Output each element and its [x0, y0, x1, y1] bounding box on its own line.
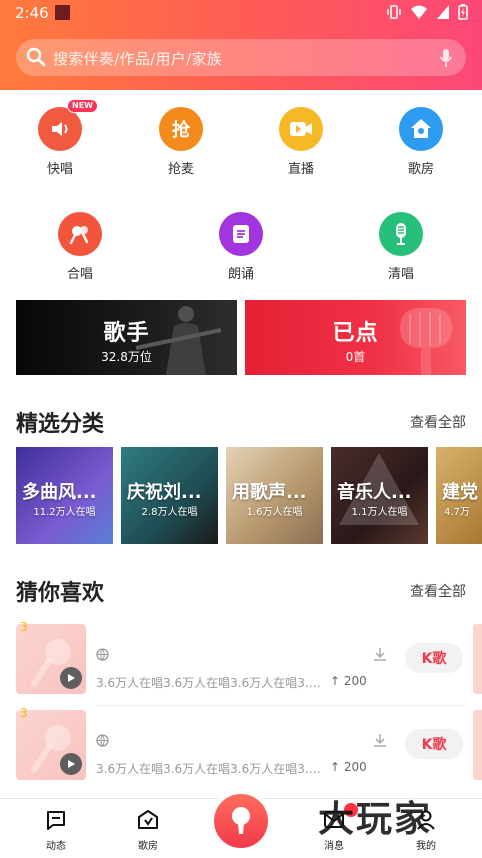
peek-card: [473, 624, 482, 694]
search-input[interactable]: 搜索伴奏/作品/用户/家族: [53, 48, 222, 69]
microphone-icon: [232, 807, 250, 834]
live-icon: [279, 107, 323, 151]
category-count: 11.2万人在唱: [33, 507, 96, 518]
nav-item-feed[interactable]: 动态: [26, 809, 86, 852]
mic-icon[interactable]: [439, 48, 453, 68]
status-bar: 2:46: [0, 0, 482, 28]
k-song-button[interactable]: K歌: [405, 643, 463, 673]
download-icon[interactable]: [373, 647, 387, 661]
feature-chorus[interactable]: 合唱: [35, 212, 125, 282]
feature-grab-mic[interactable]: 抢 抢麦: [136, 107, 226, 177]
play-button[interactable]: [60, 667, 82, 689]
record-button[interactable]: [214, 794, 268, 848]
song-description: 3.6万人在唱3.6万人在唱3.6万人在唱3.6万人在唱: [96, 676, 324, 690]
vibrate-icon: [387, 5, 401, 19]
feed-icon: [47, 811, 65, 830]
battery-icon: [458, 4, 468, 20]
category-title: 音乐人...: [337, 482, 412, 503]
category-title: 庆祝刘...: [127, 482, 202, 503]
song-row[interactable]: 3 3.6万人在唱3.6万人在唱3.6万人在唱3.6万人在唱 ↑ 200 K歌: [0, 620, 482, 706]
category-title: 多曲风...: [22, 482, 97, 503]
peek-card: [473, 710, 482, 780]
search-bar[interactable]: 搜索伴奏/作品/用户/家族: [16, 39, 466, 76]
featured-section-title: 精选分类: [16, 412, 105, 437]
play-button[interactable]: [60, 753, 82, 775]
feature-recite[interactable]: 朗诵: [196, 212, 286, 282]
grab-mic-icon: 抢: [159, 107, 203, 151]
song-count: ↑ 200: [330, 674, 367, 688]
nav-label: 动态: [46, 841, 66, 852]
feature-label: 清唱: [387, 267, 414, 282]
feature-label: 直播: [287, 162, 314, 177]
category-card[interactable]: 音乐人... 1.1万人在唱: [331, 447, 428, 544]
song-room-icon: [399, 107, 443, 151]
song-row[interactable]: 3 3.6万人在唱3.6万人在唱3.6万人在唱3.6万人在唱 ↑ 200 K歌: [0, 706, 482, 792]
category-title: 用歌声...: [232, 482, 307, 503]
song-description: 3.6万人在唱3.6万人在唱3.6万人在唱3.6万人在唱: [96, 762, 324, 776]
featured-see-all-link[interactable]: 查看全部: [410, 412, 466, 432]
notification-icon: [55, 5, 70, 20]
feature-label: 歌房: [407, 162, 434, 177]
song-room-icon: [138, 810, 158, 829]
song-count: ↑ 200: [330, 760, 367, 774]
wifi-icon: [411, 5, 427, 19]
category-count: 4.7万: [444, 507, 470, 518]
feature-label: 合唱: [66, 267, 93, 282]
feature-fast-sing[interactable]: NEW 快唱: [15, 99, 105, 177]
category-count: 1.6万人在唱: [246, 507, 303, 518]
signal-icon: [437, 5, 449, 19]
recite-icon: [219, 212, 263, 256]
ordered-banner[interactable]: 已点 0首: [245, 300, 466, 375]
guess-section-title: 猜你喜欢: [16, 581, 105, 606]
download-icon[interactable]: [373, 733, 387, 747]
nav-item-song-room[interactable]: 歌房: [118, 809, 178, 852]
category-title: 建党: [442, 482, 478, 503]
globe-icon: [96, 734, 109, 747]
nav-label: 歌房: [138, 841, 158, 852]
globe-icon: [96, 648, 109, 661]
banner-subtitle: 32.8万位: [101, 350, 152, 364]
acappella-icon: [379, 212, 423, 256]
feature-label: 快唱: [46, 162, 73, 177]
chorus-icon: [58, 212, 102, 256]
fast-sing-icon: NEW: [38, 99, 98, 151]
category-count: 1.1万人在唱: [351, 507, 408, 518]
song-cover: [16, 624, 86, 694]
category-count: 2.8万人在唱: [141, 507, 198, 518]
header: 2:46 搜索伴奏/作品/用户/家族: [0, 0, 482, 90]
singers-banner[interactable]: 歌手 32.8万位: [16, 300, 237, 375]
song-cover: [16, 710, 86, 780]
k-song-button[interactable]: K歌: [405, 729, 463, 759]
category-card[interactable]: 庆祝刘... 2.8万人在唱: [121, 447, 218, 544]
banner-subtitle: 0首: [345, 350, 366, 364]
feature-live[interactable]: 直播: [256, 107, 346, 177]
banner-title: 已点: [332, 321, 379, 346]
feature-acappella[interactable]: 清唱: [356, 212, 446, 282]
guess-see-all-link[interactable]: 查看全部: [410, 581, 466, 601]
new-badge: NEW: [67, 99, 98, 113]
crown-icon: 3: [20, 620, 28, 634]
category-card[interactable]: 用歌声... 1.6万人在唱: [226, 447, 323, 544]
crown-icon: 3: [20, 706, 28, 720]
status-time: 2:46: [15, 4, 49, 22]
feature-song-room[interactable]: 歌房: [376, 107, 466, 177]
banner-title: 歌手: [103, 321, 150, 346]
feature-label: 抢麦: [167, 162, 194, 177]
search-icon: [26, 47, 46, 67]
feature-label: 朗诵: [227, 267, 254, 282]
watermark-logo: 大玩家: [318, 799, 433, 840]
category-card[interactable]: 多曲风... 11.2万人在唱: [16, 447, 113, 544]
category-card[interactable]: 建党 4.7万: [436, 447, 482, 544]
